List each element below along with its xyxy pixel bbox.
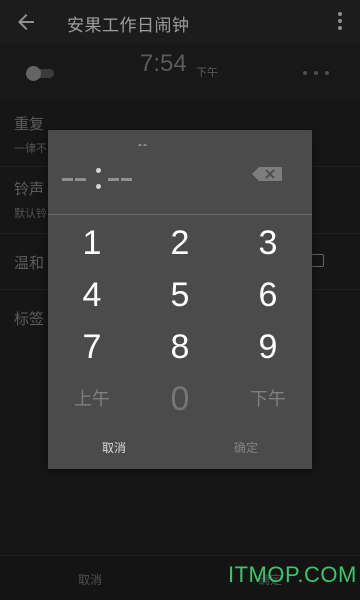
time-picker-dialog: -- 1 2 3 4 5 6 7 8 9 上午 0 下午 取消 确定 <box>48 130 312 469</box>
digit-key-5[interactable]: 5 <box>136 270 224 320</box>
picker-ok-button[interactable]: 确定 <box>234 439 258 456</box>
picker-divider <box>48 214 312 215</box>
picker-cancel-button[interactable]: 取消 <box>102 439 126 456</box>
digit-key-0[interactable]: 0 <box>136 374 224 424</box>
digit-key-7[interactable]: 7 <box>48 322 136 372</box>
backspace-icon[interactable] <box>252 166 284 181</box>
watermark: ITMOP.COM <box>228 562 357 587</box>
digit-key-4[interactable]: 4 <box>48 270 136 320</box>
pm-key[interactable]: 下午 <box>224 374 312 424</box>
picker-header-text: -- <box>138 138 148 151</box>
digit-key-9[interactable]: 9 <box>224 322 312 372</box>
digit-key-8[interactable]: 8 <box>136 322 224 372</box>
digit-key-3[interactable]: 3 <box>224 218 312 268</box>
digit-key-2[interactable]: 2 <box>136 218 224 268</box>
am-key[interactable]: 上午 <box>48 374 136 424</box>
digit-key-6[interactable]: 6 <box>224 270 312 320</box>
time-entry-display <box>62 164 142 194</box>
digit-key-1[interactable]: 1 <box>48 218 136 268</box>
